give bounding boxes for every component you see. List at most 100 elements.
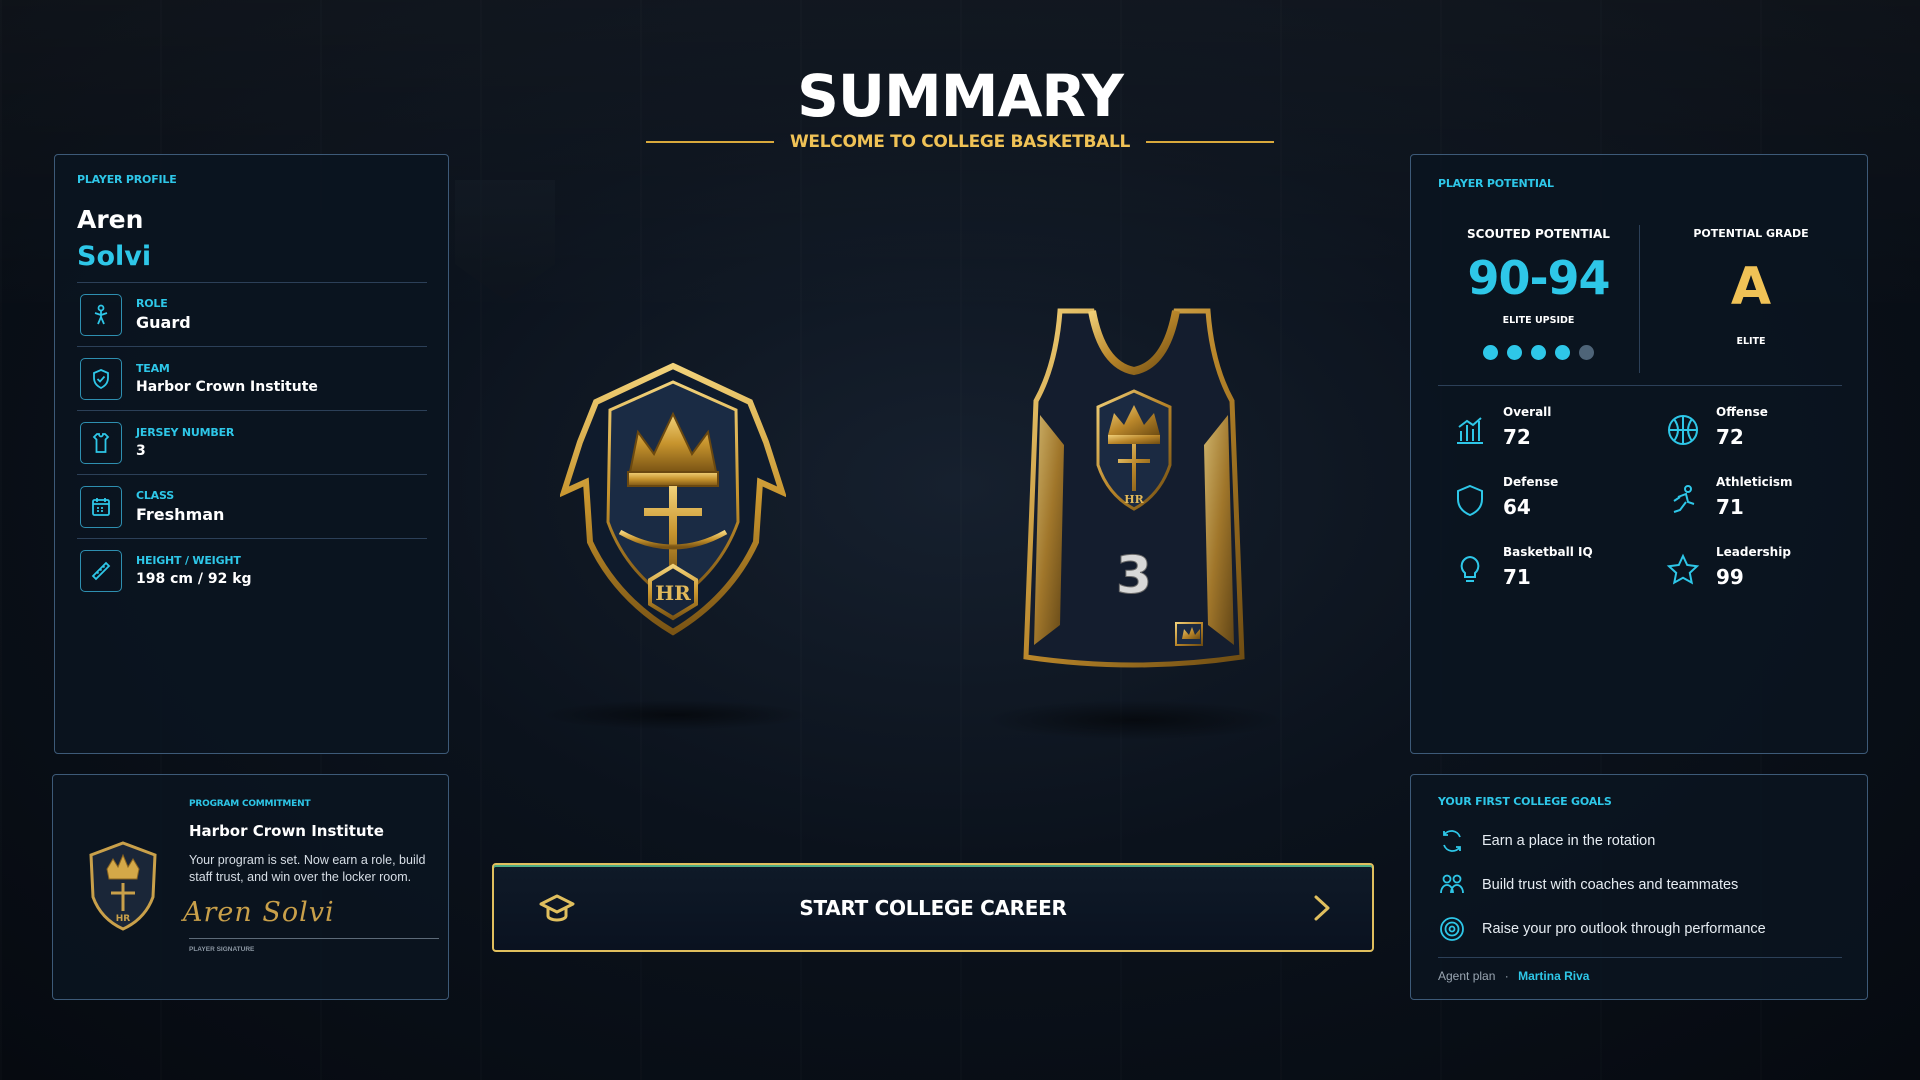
page-title: SUMMARY — [797, 62, 1124, 130]
attribute-name: Offense — [1716, 405, 1768, 419]
role-value: Guard — [136, 312, 191, 332]
attribute-value: 71 — [1716, 495, 1744, 519]
program-commitment-panel: HR PROGRAM COMMITMENT Harbor Crown Insti… — [52, 774, 449, 1000]
attribute-name: Basketball IQ — [1503, 545, 1593, 559]
player-signature: Aren Solvi — [183, 897, 335, 928]
profile-row-jersey: JERSEY NUMBER 3 — [77, 410, 427, 474]
potential-grade-label: POTENTIAL GRADE — [1693, 227, 1809, 240]
profile-row-class: CLASS Freshman — [77, 474, 427, 538]
attribute-defense: Defense 64 — [1453, 475, 1558, 519]
attribute-leadership: Leadership 99 — [1666, 545, 1791, 589]
jersey-number-label: JERSEY NUMBER — [136, 425, 235, 439]
start-button-label: START COLLEGE CAREER — [799, 895, 1067, 920]
goal-item: Earn a place in the rotation — [1438, 827, 1655, 855]
signature-label: PLAYER SIGNATURE — [189, 946, 255, 953]
rating-dot — [1579, 345, 1594, 360]
goal-text: Raise your pro outlook through performan… — [1482, 921, 1766, 937]
background-banner — [455, 180, 555, 300]
rating-dot — [1507, 345, 1522, 360]
attribute-value: 71 — [1503, 565, 1531, 589]
guard-icon — [80, 293, 122, 336]
target-icon — [1440, 917, 1464, 941]
jersey-number: 3 — [1116, 546, 1152, 606]
commitment-team-name: Harbor Crown Institute — [189, 822, 384, 840]
attribute-name: Athleticism — [1716, 475, 1793, 489]
player-profile-label: PLAYER PROFILE — [77, 173, 177, 186]
profile-row-height-weight: HEIGHT / WEIGHT 198 cm / 92 kg — [77, 538, 427, 602]
potential-rating-dots — [1483, 345, 1594, 360]
shield-check-icon — [80, 357, 122, 400]
signature-line — [189, 938, 439, 939]
program-commitment-label: PROGRAM COMMITMENT — [189, 799, 311, 809]
commitment-description: Your program is set. Now earn a role, bu… — [189, 853, 426, 884]
height-weight-label: HEIGHT / WEIGHT — [136, 553, 241, 567]
attribute-value: 72 — [1716, 425, 1744, 449]
agent-plan-row: Agent plan · Martina Riva — [1438, 969, 1589, 983]
attribute-overall: Overall 72 — [1453, 405, 1551, 449]
jersey-number-value: 3 — [136, 442, 146, 459]
team-value: Harbor Crown Institute — [136, 378, 318, 395]
attribute-name: Defense — [1503, 475, 1559, 489]
role-label: ROLE — [136, 296, 168, 310]
college-goals-label: YOUR FIRST COLLEGE GOALS — [1438, 795, 1612, 808]
page-subtitle: WELCOME TO COLLEGE BASKETBALL — [789, 132, 1131, 152]
potential-grade-tag: ELITE — [1736, 336, 1766, 347]
goal-text: Build trust with coaches and teammates — [1482, 877, 1739, 893]
scouted-potential-label: SCOUTED POTENTIAL — [1467, 227, 1610, 241]
jersey-icon — [80, 421, 122, 464]
attribute-offense: Offense 72 — [1666, 405, 1768, 449]
shield-icon — [1457, 484, 1483, 517]
player-first-name: Aren — [77, 205, 144, 234]
subtitle-row: WELCOME TO COLLEGE BASKETBALL — [0, 132, 1920, 152]
attribute-basketball-iq: Basketball IQ 71 — [1453, 545, 1593, 589]
agent-separator: · — [1504, 969, 1509, 983]
team-crest-small: HR — [89, 841, 157, 931]
scouted-potential-tag: ELITE UPSIDE — [1502, 315, 1575, 326]
subtitle-divider-left — [645, 141, 774, 143]
rating-dot — [1531, 345, 1546, 360]
scouted-potential-range: 90-94 — [1467, 251, 1610, 305]
rating-dot — [1555, 345, 1570, 360]
start-college-career-button[interactable]: START COLLEGE CAREER — [492, 863, 1374, 952]
potential-divider — [1639, 225, 1640, 373]
agent-plan-label: Agent plan — [1438, 969, 1496, 983]
profile-row-role: ROLE Guard — [77, 282, 427, 346]
crest-initials: HR — [655, 581, 691, 605]
goal-item: Build trust with coaches and teammates — [1438, 871, 1738, 899]
attribute-value: 72 — [1503, 425, 1531, 449]
ruler-icon — [80, 549, 122, 592]
team-crest-emblem: HR — [560, 362, 786, 636]
chevron-right-icon — [1314, 895, 1330, 921]
bar-chart-icon — [1457, 417, 1483, 444]
player-potential-label: PLAYER POTENTIAL — [1438, 177, 1554, 190]
people-icon — [1440, 874, 1464, 894]
class-label: CLASS — [136, 488, 174, 502]
running-icon — [1673, 485, 1695, 513]
crest-shadow — [540, 700, 810, 730]
player-profile-panel: PLAYER PROFILE Aren Solvi ROLE Guard TEA… — [54, 154, 449, 754]
height-weight-value: 198 cm / 92 kg — [136, 570, 252, 587]
profile-rows: ROLE Guard TEAM Harbor Crown Institute J… — [77, 282, 427, 602]
agent-name: Martina Riva — [1518, 969, 1590, 983]
class-value: Freshman — [136, 504, 225, 524]
player-potential-panel: PLAYER POTENTIAL SCOUTED POTENTIAL 90-94… — [1410, 154, 1868, 754]
jersey-crest-initials: HR — [1124, 493, 1144, 506]
goal-item: Raise your pro outlook through performan… — [1438, 915, 1766, 943]
calendar-icon — [80, 485, 122, 528]
attribute-value: 64 — [1503, 495, 1531, 519]
college-goals-panel: YOUR FIRST COLLEGE GOALS Earn a place in… — [1410, 774, 1868, 1000]
star-icon — [1666, 553, 1700, 585]
attributes-divider — [1438, 385, 1842, 386]
goal-text: Earn a place in the rotation — [1482, 833, 1656, 849]
lightbulb-icon — [1460, 555, 1480, 582]
basketball-icon — [1668, 415, 1698, 445]
rating-dot — [1483, 345, 1498, 360]
team-label: TEAM — [136, 361, 170, 375]
attribute-name: Overall — [1503, 405, 1552, 419]
refresh-icon — [1443, 830, 1461, 852]
attribute-name: Leadership — [1716, 545, 1791, 559]
team-jersey: HR 3 — [1023, 308, 1245, 668]
goals-divider — [1438, 957, 1842, 958]
attribute-value: 99 — [1716, 565, 1744, 589]
potential-grade: A — [1730, 257, 1772, 317]
